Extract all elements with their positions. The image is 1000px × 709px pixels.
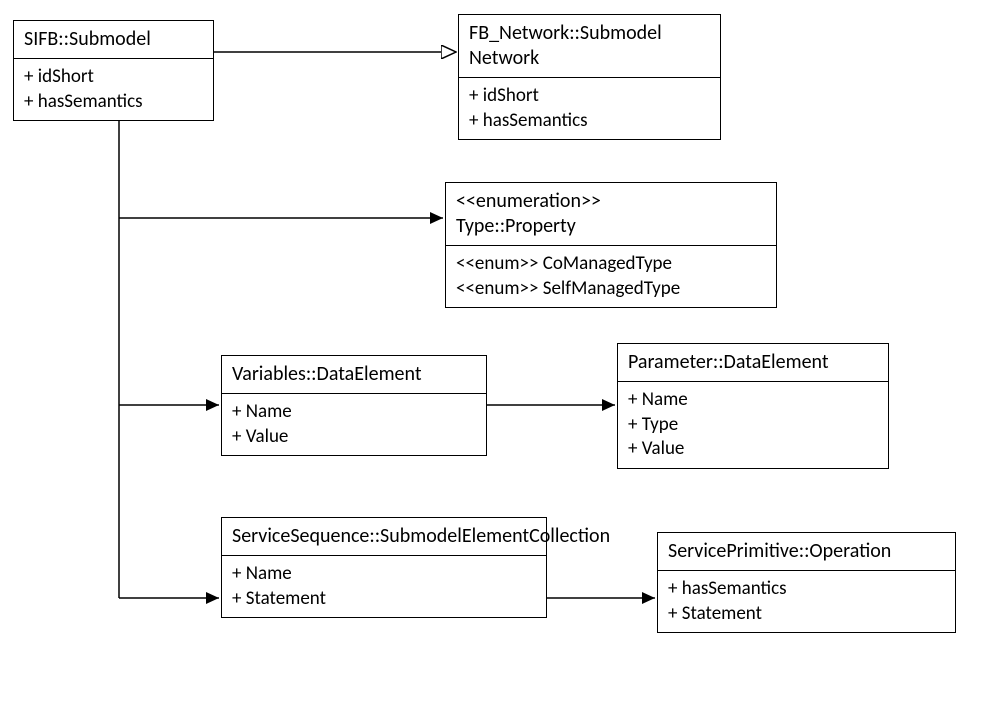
attribute: + hasSemantics bbox=[668, 577, 945, 602]
attribute: + Statement bbox=[668, 602, 945, 627]
stereotype: <<enumeration>> bbox=[456, 189, 766, 214]
class-title: FB_Network::Submodel Network bbox=[459, 15, 720, 78]
class-name: Type::Property bbox=[456, 214, 766, 239]
class-title: ServicePrimitive::Operation bbox=[658, 533, 955, 571]
class-parameter-dataelement: Parameter::DataElement + Name + Type + V… bbox=[617, 343, 889, 469]
class-attributes: + Name + Type + Value bbox=[618, 382, 888, 468]
attribute: + Name bbox=[628, 388, 878, 413]
attribute: + Type bbox=[628, 413, 878, 438]
class-attributes: + Name + Value bbox=[222, 394, 486, 455]
class-title: Parameter::DataElement bbox=[618, 344, 888, 382]
attribute: + hasSemantics bbox=[469, 109, 710, 134]
class-title: <<enumeration>> Type::Property bbox=[446, 183, 776, 246]
attribute: + idShort bbox=[469, 84, 710, 109]
class-serviceprimitive: ServicePrimitive::Operation + hasSemanti… bbox=[657, 532, 956, 633]
class-variables-dataelement: Variables::DataElement + Name + Value bbox=[221, 355, 487, 456]
attribute: + Name bbox=[232, 562, 536, 587]
class-fbnetwork-submodel: FB_Network::Submodel Network + idShort +… bbox=[458, 14, 721, 140]
attribute: + hasSemantics bbox=[24, 90, 203, 115]
attribute: + Name bbox=[232, 400, 476, 425]
class-attributes: <<enum>> CoManagedType <<enum>> SelfMana… bbox=[446, 246, 776, 307]
class-title: Variables::DataElement bbox=[222, 356, 486, 394]
class-attributes: + Name + Statement bbox=[222, 556, 546, 617]
attribute: <<enum>> CoManagedType bbox=[456, 252, 766, 277]
class-attributes: + idShort + hasSemantics bbox=[14, 59, 213, 120]
attribute: <<enum>> SelfManagedType bbox=[456, 277, 766, 302]
class-title: ServiceSequence::SubmodelElementCollecti… bbox=[222, 518, 546, 556]
attribute: + Value bbox=[628, 437, 878, 462]
class-servicesequence: ServiceSequence::SubmodelElementCollecti… bbox=[221, 517, 547, 618]
class-attributes: + idShort + hasSemantics bbox=[459, 78, 720, 139]
class-sifb-submodel: SIFB::Submodel + idShort + hasSemantics bbox=[13, 20, 214, 121]
class-type-property: <<enumeration>> Type::Property <<enum>> … bbox=[445, 182, 777, 308]
attribute: + idShort bbox=[24, 65, 203, 90]
class-title: SIFB::Submodel bbox=[14, 21, 213, 59]
attribute: + Value bbox=[232, 425, 476, 450]
attribute: + Statement bbox=[232, 587, 536, 612]
class-attributes: + hasSemantics + Statement bbox=[658, 571, 955, 632]
